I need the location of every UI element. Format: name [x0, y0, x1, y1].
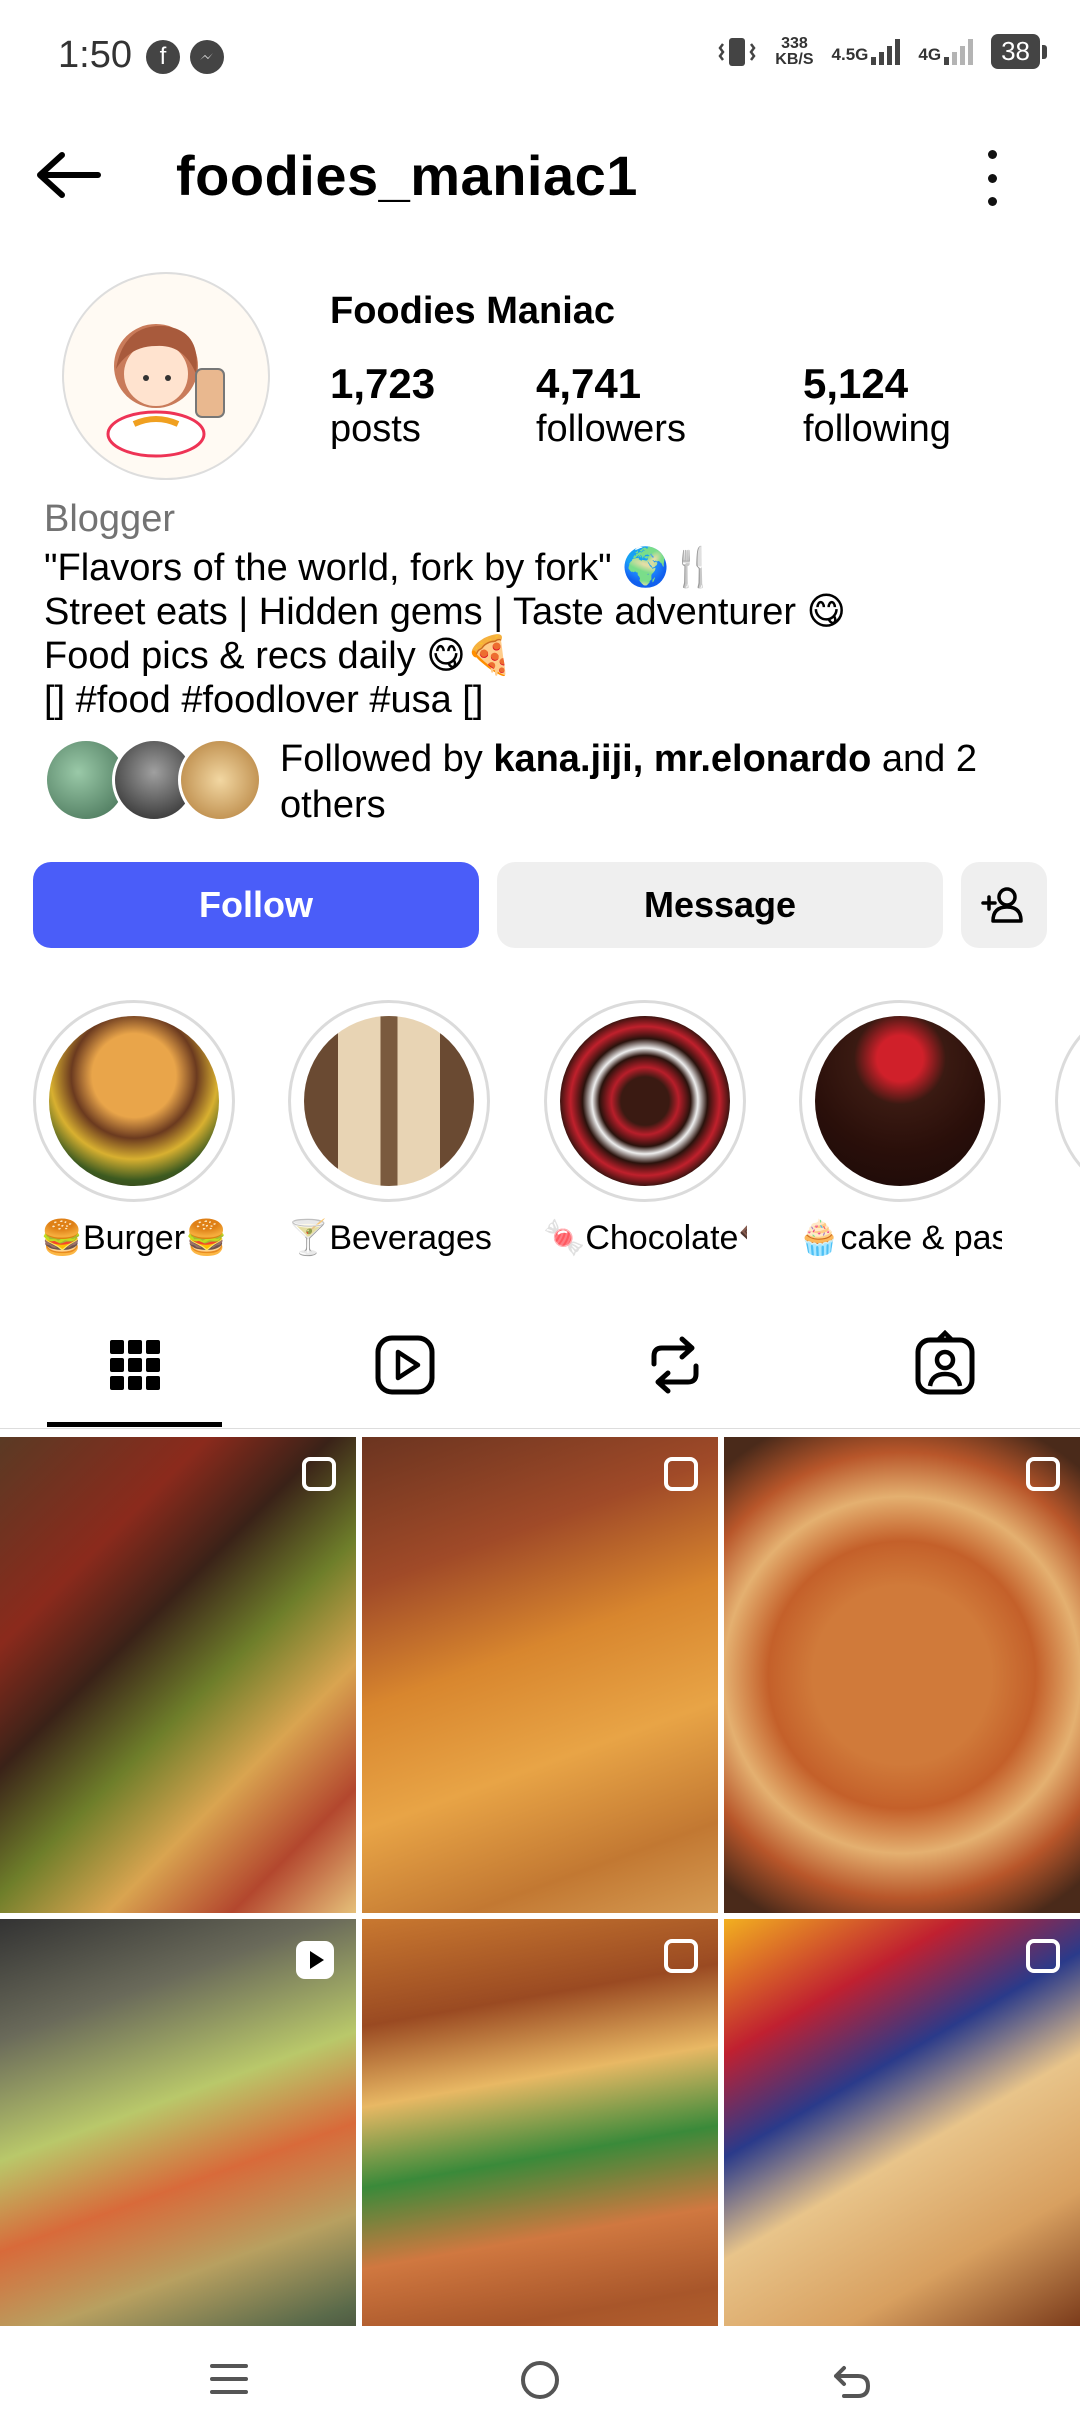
status-time: 1:50 — [58, 34, 132, 76]
following-label: following — [803, 408, 951, 450]
following-count: 5,124 — [803, 360, 909, 407]
highlight-cake[interactable]: 🧁cake & past... — [798, 1000, 1002, 1258]
followers-count: 4,741 — [536, 360, 642, 407]
profile-category: Blogger — [44, 498, 175, 540]
mutual-avatar[interactable] — [178, 738, 262, 822]
profile-bio: "Flavors of the world, fork by fork" 🌍🍴 … — [44, 546, 846, 722]
profile-username: foodies_maniac1 — [176, 144, 638, 207]
profile-avatar[interactable] — [62, 272, 270, 480]
carousel-icon — [302, 1457, 336, 1491]
add-person-icon — [981, 887, 1023, 923]
repost-icon[interactable] — [640, 1330, 710, 1400]
reels-icon[interactable] — [370, 1330, 440, 1400]
tab-divider — [0, 1428, 1080, 1429]
post-thumbnail[interactable] — [362, 1437, 718, 1913]
stat-posts[interactable]: 1,723 posts — [330, 360, 435, 451]
posts-count: 1,723 — [330, 360, 436, 407]
tagged-icon[interactable] — [910, 1330, 980, 1400]
highlight-label: 🍸Beverages... — [287, 1219, 491, 1257]
highlight-label: 🧁cake & past... — [798, 1219, 1002, 1257]
mutual-follower-names[interactable]: kana.jiji, mr.elonardo — [493, 738, 871, 780]
post-thumbnail[interactable] — [724, 1437, 1080, 1913]
followers-label: followers — [536, 408, 686, 450]
carousel-icon — [664, 1939, 698, 1973]
status-right: 338 KB/S 4.5G 4G 38 — [717, 34, 1047, 69]
posts-label: posts — [330, 408, 421, 450]
signal-2: 4G — [918, 38, 974, 65]
bio-line: Street eats | Hidden gems | Taste advent… — [44, 591, 847, 633]
post-thumbnail[interactable] — [724, 1919, 1080, 2395]
status-bar: 1:50 f 338 KB/S 4.5G 4G 38 — [0, 0, 1080, 110]
follow-button[interactable]: Follow — [33, 862, 479, 948]
back-arrow-icon[interactable] — [34, 150, 104, 200]
bio-line: [] #food #foodlover #usa [] — [44, 679, 484, 721]
active-tab-indicator — [47, 1422, 222, 1427]
bio-line: Food pics & recs daily 😋🍕 — [44, 635, 514, 677]
facebook-icon: f — [146, 40, 180, 74]
recent-apps-icon[interactable] — [208, 2358, 250, 2400]
highlight-beverages[interactable]: 🍸Beverages... — [287, 1000, 491, 1258]
post-thumbnail[interactable] — [362, 1919, 718, 2395]
messenger-icon — [190, 40, 224, 74]
signal-1: 4.5G — [832, 38, 901, 65]
battery-indicator: 38 — [991, 34, 1047, 69]
bio-line: "Flavors of the world, fork by fork" 🌍🍴 — [44, 547, 717, 589]
highlight-burger[interactable]: 🍔Burger🍔 — [32, 1000, 236, 1258]
vibrate-icon — [718, 37, 756, 66]
more-options-icon[interactable] — [980, 150, 1004, 206]
back-nav-icon[interactable] — [830, 2358, 874, 2402]
display-name: Foodies Maniac — [330, 290, 616, 332]
home-icon[interactable] — [518, 2358, 562, 2402]
carousel-icon — [664, 1457, 698, 1491]
post-thumbnail[interactable] — [0, 1437, 356, 1913]
post-thumbnail[interactable] — [0, 1919, 356, 2395]
highlight-label: 🍬Chocolate🍫 — [543, 1219, 747, 1257]
followed-by-text[interactable]: Followed by kana.jiji, mr.elonardo and 2… — [280, 736, 1040, 828]
grid-icon[interactable] — [100, 1330, 170, 1400]
reel-icon — [296, 1941, 334, 1979]
message-button[interactable]: Message — [497, 862, 943, 948]
system-navigation-bar — [0, 2326, 1080, 2436]
stat-followers[interactable]: 4,741 followers — [536, 360, 686, 451]
carousel-icon — [1026, 1457, 1060, 1491]
suggested-users-button[interactable] — [961, 862, 1047, 948]
carousel-icon — [1026, 1939, 1060, 1973]
highlight-chocolate[interactable]: 🍬Chocolate🍫 — [543, 1000, 747, 1258]
highlight-label: 🍔Burger🍔 — [40, 1219, 228, 1257]
net-speed: 338 KB/S — [775, 34, 814, 68]
stat-following[interactable]: 5,124 following — [803, 360, 951, 451]
highlight-partial[interactable] — [1055, 1000, 1080, 1196]
